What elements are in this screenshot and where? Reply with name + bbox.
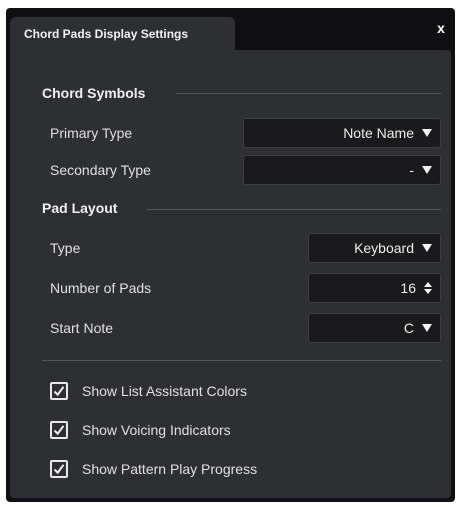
number-of-pads-stepper[interactable]: 16: [308, 273, 441, 303]
section-divider-pad-layout: [147, 209, 441, 210]
pad-type-dropdown[interactable]: Keyboard: [308, 233, 441, 263]
tab-chord-pads-display-settings[interactable]: Chord Pads Display Settings: [10, 17, 235, 50]
primary-type-dropdown[interactable]: Note Name: [243, 118, 441, 148]
tab-title: Chord Pads Display Settings: [24, 26, 189, 41]
settings-panel: Chord Symbols Primary Type Note Name Sec…: [10, 50, 451, 498]
options-divider: [42, 360, 441, 361]
primary-type-value: Note Name: [343, 125, 414, 141]
stepper-arrows-icon[interactable]: [424, 282, 432, 294]
dropdown-arrow-icon: [422, 244, 432, 252]
start-note-label: Start Note: [50, 320, 114, 336]
checkbox[interactable]: [50, 460, 68, 478]
checkmark-icon: [53, 425, 65, 436]
close-icon[interactable]: x: [437, 20, 445, 36]
primary-type-label: Primary Type: [50, 125, 133, 141]
checkbox[interactable]: [50, 382, 68, 400]
checkbox[interactable]: [50, 421, 68, 439]
option-show-pattern-play-progress[interactable]: Show Pattern Play Progress: [50, 458, 257, 480]
option-show-list-assistant-colors[interactable]: Show List Assistant Colors: [50, 380, 247, 402]
secondary-type-value: -: [409, 162, 414, 178]
option-label: Show List Assistant Colors: [82, 383, 247, 399]
option-show-voicing-indicators[interactable]: Show Voicing Indicators: [50, 419, 231, 441]
number-of-pads-value: 16: [400, 280, 416, 296]
settings-window: Chord Pads Display Settings x Chord Symb…: [6, 8, 455, 502]
checkmark-icon: [53, 386, 65, 397]
secondary-type-dropdown[interactable]: -: [243, 155, 441, 185]
number-of-pads-label: Number of Pads: [50, 280, 152, 296]
section-title-pad-layout: Pad Layout: [42, 200, 118, 216]
stepper-up-icon[interactable]: [424, 282, 432, 287]
dropdown-arrow-icon: [422, 129, 432, 137]
pad-type-value: Keyboard: [354, 240, 414, 256]
stepper-down-icon[interactable]: [424, 289, 432, 294]
secondary-type-label: Secondary Type: [50, 162, 151, 178]
checkmark-icon: [53, 464, 65, 475]
section-title-chord-symbols: Chord Symbols: [42, 85, 146, 101]
dropdown-arrow-icon: [422, 166, 432, 174]
pad-type-label: Type: [50, 240, 81, 256]
option-label: Show Pattern Play Progress: [82, 461, 258, 477]
start-note-dropdown[interactable]: C: [308, 313, 441, 343]
option-label: Show Voicing Indicators: [82, 422, 231, 438]
start-note-value: C: [403, 320, 414, 336]
dropdown-arrow-icon: [422, 324, 432, 332]
section-divider-chord-symbols: [176, 93, 441, 94]
close-button[interactable]: x: [431, 18, 451, 38]
